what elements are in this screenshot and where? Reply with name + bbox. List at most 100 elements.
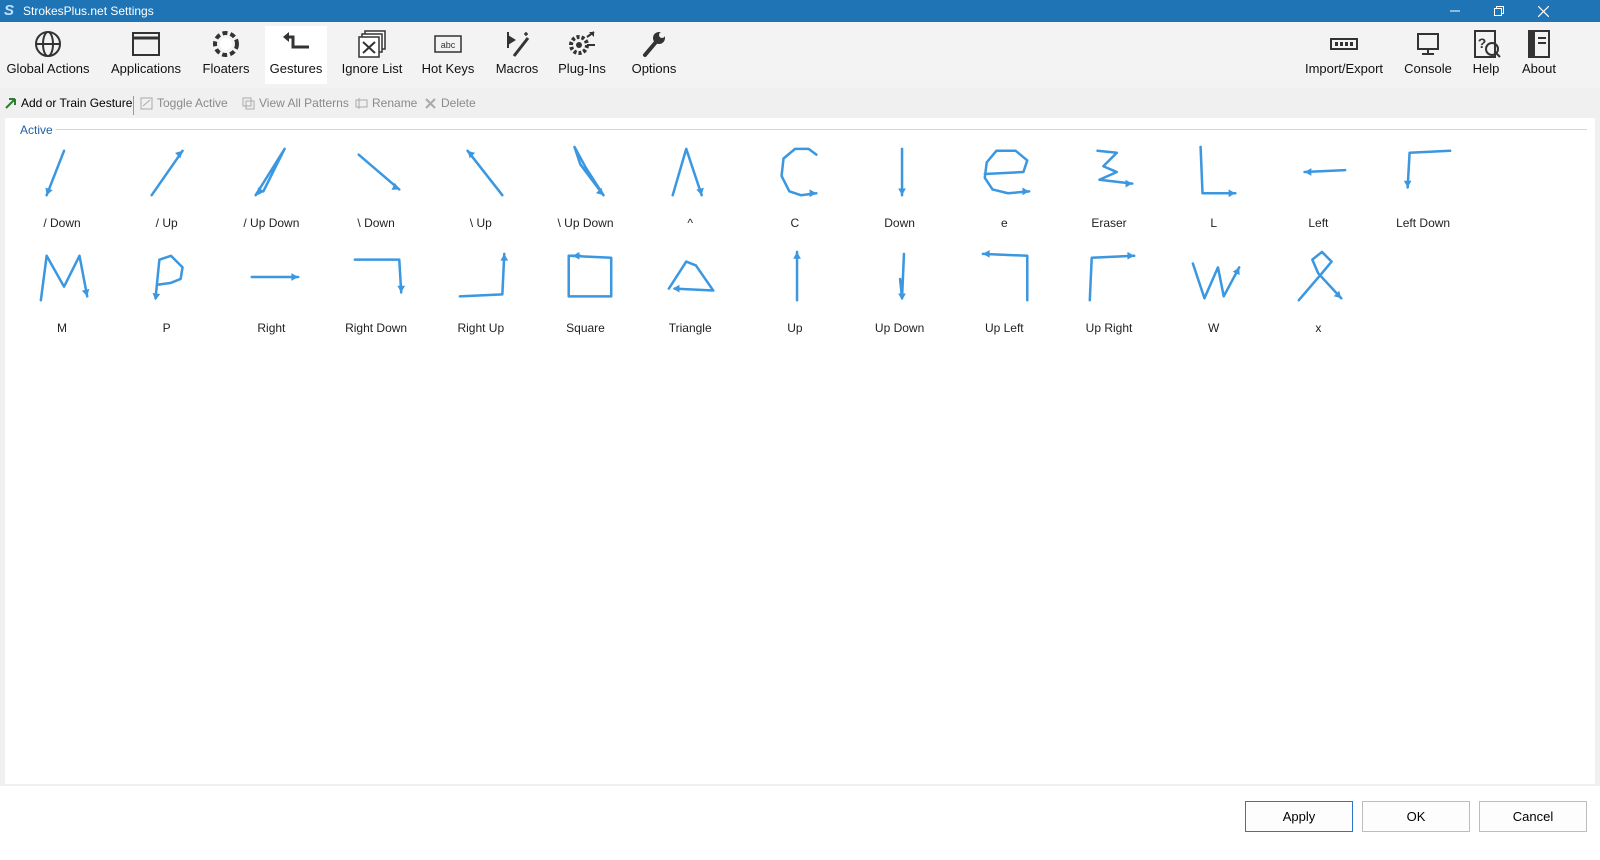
gesture-item[interactable]: \ Up Down: [533, 144, 639, 244]
about-button[interactable]: About: [1514, 26, 1564, 84]
gesture-item[interactable]: P: [114, 249, 220, 349]
import-export-button[interactable]: Import/Export: [1296, 26, 1392, 84]
svg-text:?: ?: [1478, 35, 1487, 51]
delete-button[interactable]: Delete: [424, 96, 476, 110]
gesture-arrow-icon: [283, 32, 309, 49]
restore-button[interactable]: [1476, 0, 1522, 22]
applications-button[interactable]: Applications: [104, 26, 188, 84]
gesture-item[interactable]: Down: [847, 144, 953, 244]
console-button[interactable]: Console: [1398, 26, 1458, 84]
help-button[interactable]: ? Help: [1464, 26, 1508, 84]
gestures-button[interactable]: Gestures: [265, 26, 327, 84]
gesture-item[interactable]: x: [1265, 249, 1371, 349]
gesture-item[interactable]: Up Down: [847, 249, 953, 349]
toggle-active-button[interactable]: Toggle Active: [140, 96, 228, 110]
options-button[interactable]: Options: [620, 26, 688, 84]
add-train-gesture-button[interactable]: Add or Train Gesture: [4, 96, 132, 110]
rename-button[interactable]: Rename: [355, 96, 417, 110]
plug-ins-button[interactable]: Plug-Ins: [553, 26, 611, 84]
view-all-patterns-button[interactable]: View All Patterns: [242, 96, 349, 110]
floaters-icon: [213, 31, 239, 57]
gesture-stroke-icon: [45, 149, 66, 197]
gesture-stroke-icon: [1191, 262, 1241, 300]
gesture-stroke-icon: [254, 147, 287, 197]
minimize-button[interactable]: [1432, 0, 1478, 22]
gesture-item[interactable]: M: [9, 249, 115, 349]
gesture-item[interactable]: Up Left: [951, 249, 1057, 349]
gesture-label: / Up Down: [243, 216, 300, 230]
wrench-icon: [643, 32, 665, 57]
ignore-list-button[interactable]: Ignore List: [335, 26, 409, 84]
gesture-list-panel: Active / Down / Up / Up Down \ Down \ Up \ Up…: [5, 118, 1595, 784]
dialog-footer: [0, 786, 1600, 860]
gesture-item[interactable]: Right Up: [428, 249, 534, 349]
floaters-button[interactable]: Floaters: [197, 26, 255, 84]
gesture-item[interactable]: L: [1161, 144, 1267, 244]
toggle-icon: [140, 97, 153, 109]
ignore-list-icon: [358, 30, 386, 58]
gesture-stroke-icon: [152, 254, 184, 301]
gesture-item[interactable]: Eraser: [1056, 144, 1162, 244]
gesture-label: Up Left: [984, 321, 1024, 335]
minimize-icon: [1450, 10, 1460, 12]
gesture-item[interactable]: W: [1161, 249, 1267, 349]
svg-text:abc: abc: [441, 40, 456, 50]
global-actions-button[interactable]: Global Actions: [2, 26, 94, 84]
gesture-stroke-icon: [897, 252, 906, 301]
gesture-item[interactable]: Right: [218, 249, 324, 349]
add-gesture-icon: [5, 97, 16, 109]
plugin-gear-icon: [569, 31, 595, 55]
gesture-item[interactable]: e: [951, 144, 1057, 244]
app-logo-icon: S: [4, 2, 15, 19]
gesture-label: Up Right: [1085, 321, 1133, 335]
gesture-item[interactable]: / Up: [114, 144, 220, 244]
gesture-label: Up Down: [874, 321, 925, 335]
cancel-button[interactable]: Cancel: [1479, 801, 1587, 832]
gesture-stroke-icon: [1199, 145, 1237, 198]
hot-keys-button[interactable]: abc Hot Keys: [417, 26, 479, 84]
gesture-stroke-icon: [250, 273, 300, 281]
macros-button[interactable]: Macros: [489, 26, 545, 84]
gesture-label: Down: [884, 216, 915, 230]
gesture-label: \ Up Down: [557, 216, 614, 230]
gesture-item[interactable]: \ Down: [323, 144, 429, 244]
gesture-item[interactable]: ^: [637, 144, 743, 244]
apply-button[interactable]: Apply: [1245, 801, 1353, 832]
window-icon: [132, 32, 160, 56]
gesture-item[interactable]: Square: [533, 249, 639, 349]
gesture-stroke-icon: [1088, 251, 1136, 302]
gesture-label: / Down: [43, 216, 81, 230]
gesture-item[interactable]: / Up Down: [218, 144, 324, 244]
main-toolbar: Global Actions Applications Floaters Ges…: [0, 22, 1600, 88]
gesture-label: \ Up: [469, 216, 492, 230]
rename-icon: [355, 97, 368, 109]
monitor-icon: [1417, 33, 1439, 55]
gesture-item[interactable]: Up Right: [1056, 249, 1162, 349]
gesture-label: x: [1315, 321, 1322, 335]
gesture-item[interactable]: Left Down: [1370, 144, 1476, 244]
close-button[interactable]: [1520, 0, 1566, 22]
gesture-label: M: [57, 321, 67, 335]
gesture-item[interactable]: C: [742, 144, 848, 244]
gesture-label: ^: [687, 216, 693, 230]
gesture-label: P: [162, 321, 171, 335]
gesture-item[interactable]: Left: [1265, 144, 1371, 244]
gesture-label: \ Down: [357, 216, 395, 230]
gesture-item[interactable]: Triangle: [637, 249, 743, 349]
ok-button[interactable]: OK: [1362, 801, 1470, 832]
gesture-label: Right Down: [345, 321, 408, 335]
gesture-label: e: [1000, 216, 1008, 230]
gesture-label: C: [790, 216, 800, 230]
gesture-stroke-icon: [458, 252, 508, 298]
gesture-stroke-icon: [667, 260, 715, 293]
gesture-item[interactable]: Right Down: [323, 249, 429, 349]
gesture-subtoolbar: Add or Train Gesture Toggle Active View …: [0, 92, 1600, 116]
gesture-item[interactable]: Up: [742, 249, 848, 349]
gesture-stroke-icon: [780, 147, 818, 198]
gesture-item[interactable]: / Down: [9, 144, 115, 244]
gesture-item[interactable]: \ Up: [428, 144, 534, 244]
gesture-label: Eraser: [1091, 216, 1127, 230]
about-icon: [1528, 30, 1550, 58]
gesture-stroke-icon: [353, 258, 406, 294]
gesture-label: Right Up: [457, 321, 505, 335]
